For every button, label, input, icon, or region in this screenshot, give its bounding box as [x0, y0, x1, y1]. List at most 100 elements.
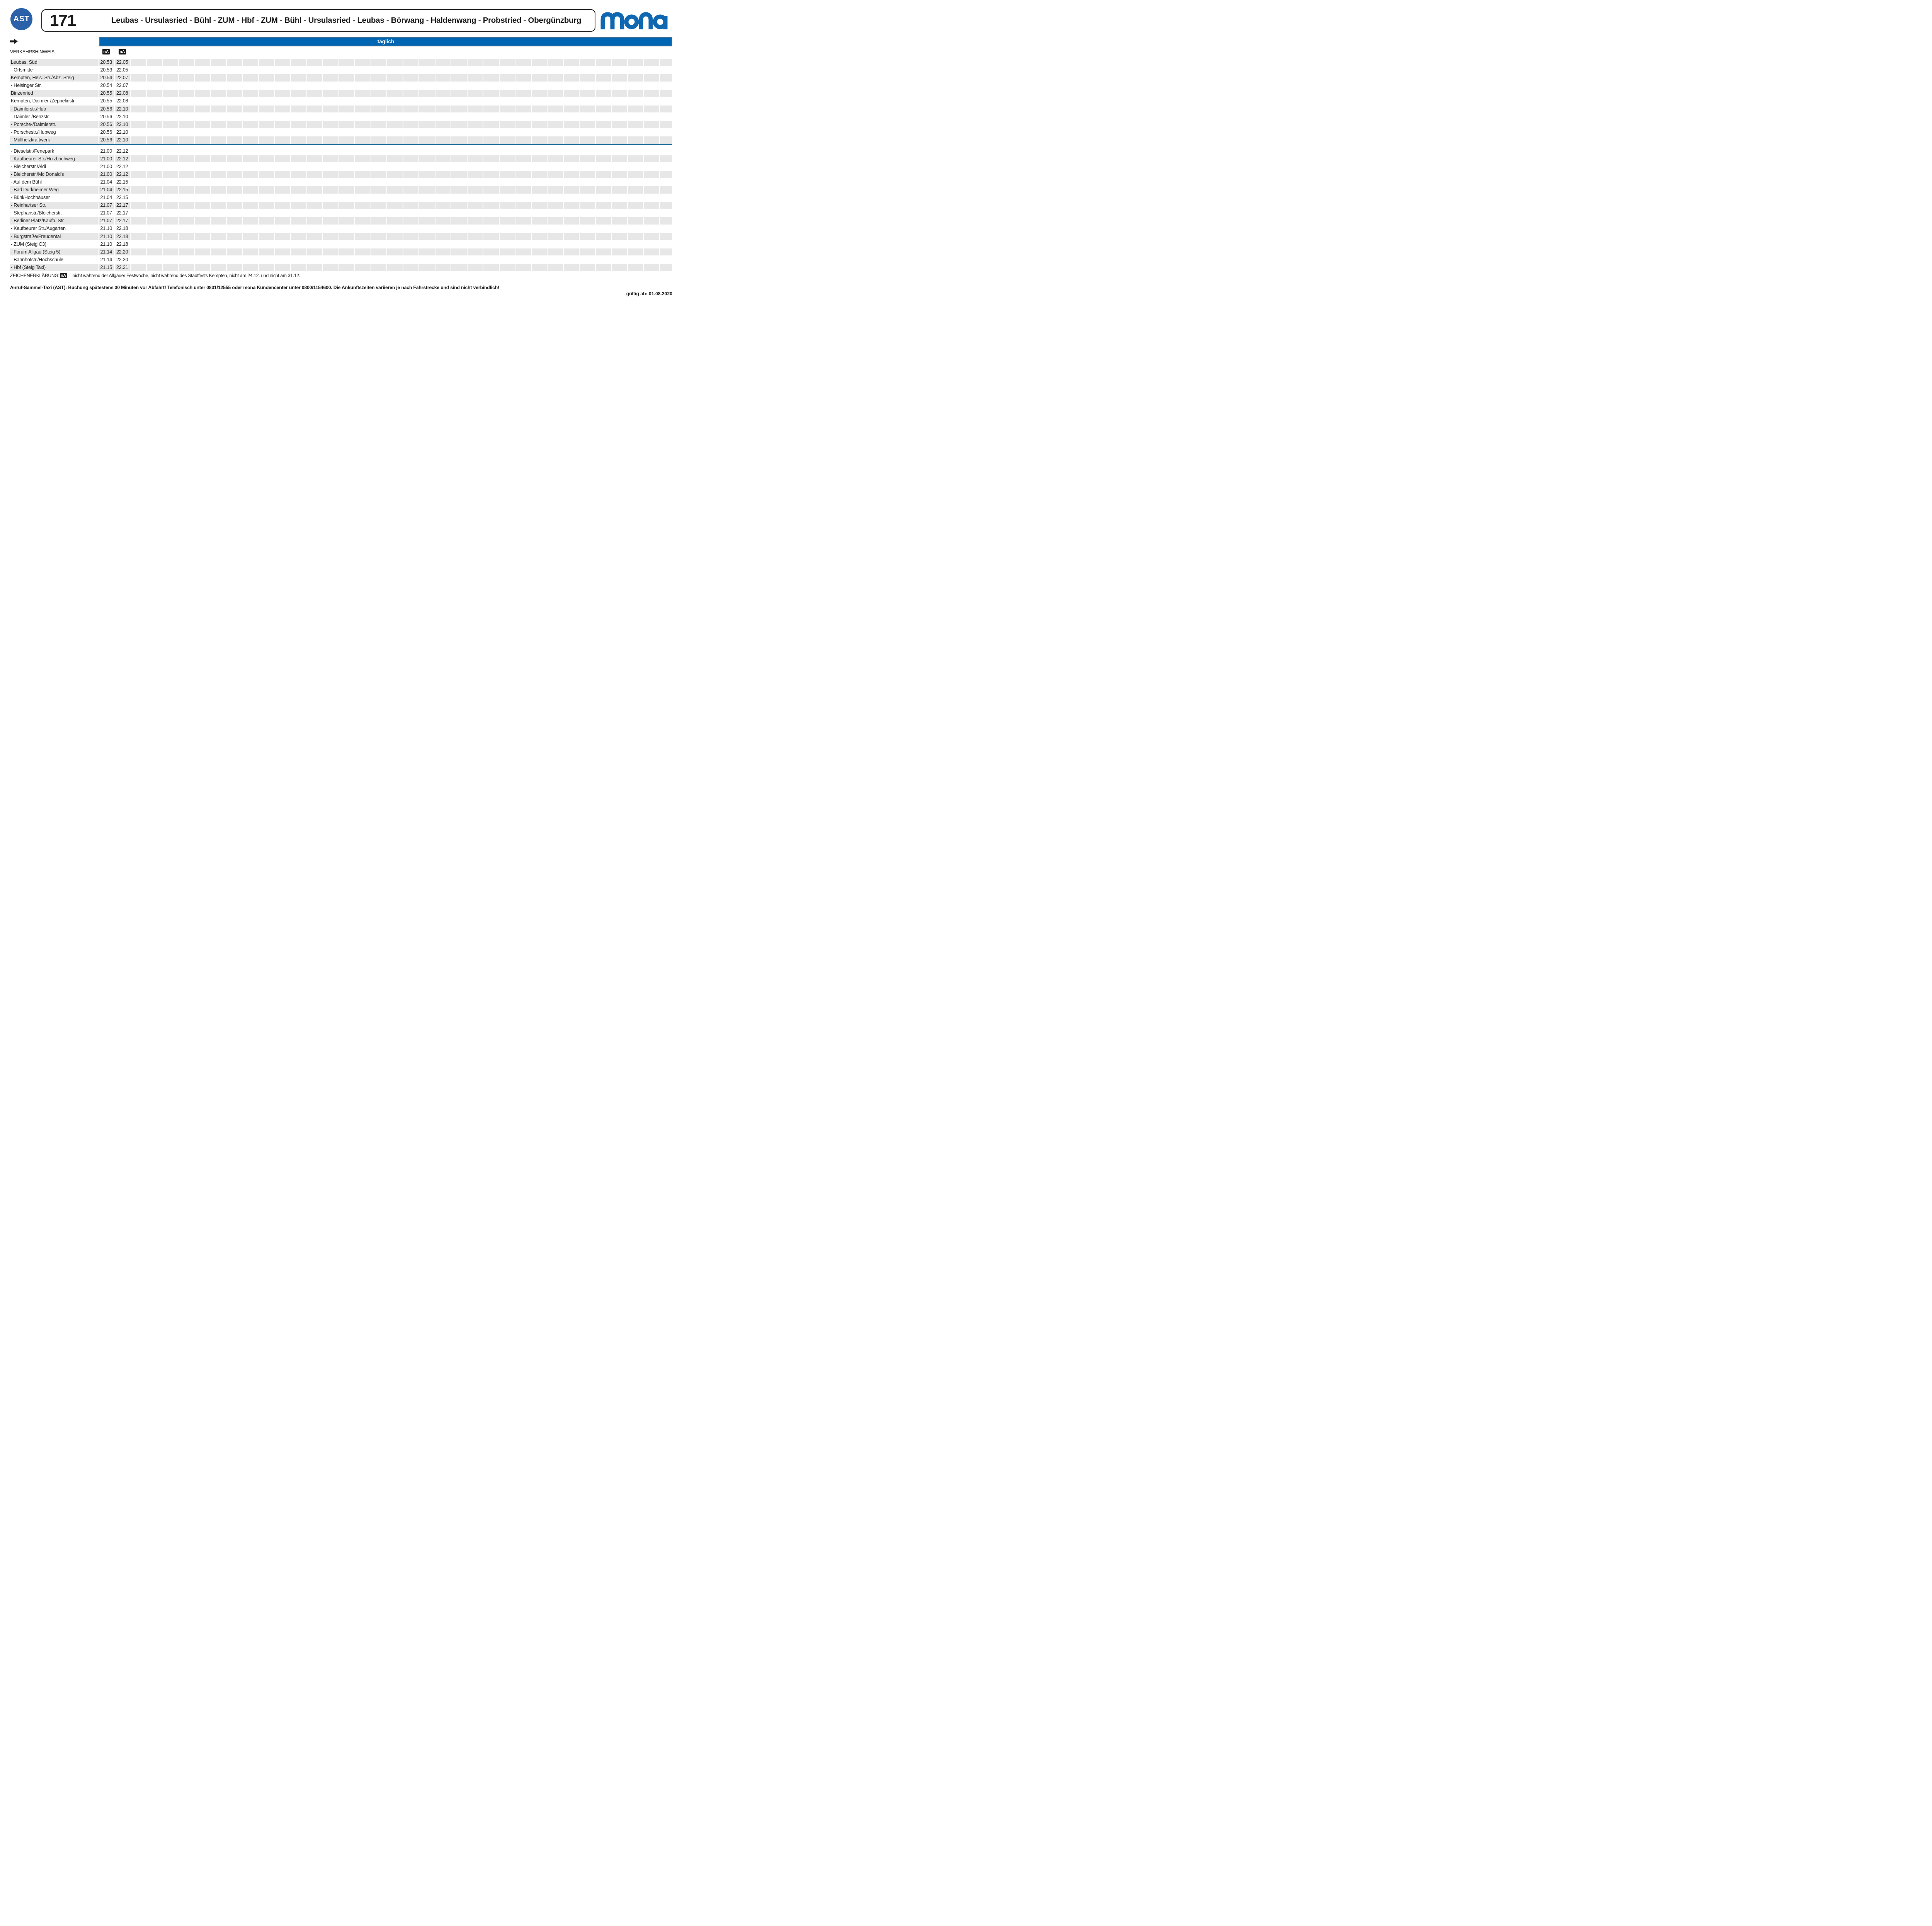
- empty-time-cell: [259, 74, 274, 82]
- empty-time-cell: [500, 113, 515, 121]
- empty-time-cell: [483, 105, 499, 113]
- empty-time-cell: [548, 136, 563, 144]
- empty-time-cell: [403, 105, 419, 113]
- empty-time-cell: [580, 217, 595, 225]
- empty-time-cell: [371, 113, 387, 121]
- time-cell: 22.05: [115, 66, 130, 74]
- empty-time-cell: [548, 66, 563, 74]
- empty-time-cell: [259, 194, 274, 201]
- empty-time-cell: [371, 209, 387, 217]
- empty-time-cell: [500, 59, 515, 66]
- empty-time-cell: [435, 113, 451, 121]
- empty-time-cell: [227, 66, 242, 74]
- empty-time-cell: [163, 148, 178, 155]
- empty-time-cell: [323, 233, 338, 240]
- empty-time-cell: [564, 82, 579, 89]
- empty-time-cell: [243, 186, 259, 194]
- empty-time-cell: [580, 90, 595, 97]
- empty-time-cell: [307, 186, 323, 194]
- empty-time-cell: [355, 155, 371, 163]
- empty-time-cell: [179, 171, 194, 178]
- empty-time-cell: [387, 248, 403, 256]
- empty-time-cell: [291, 66, 306, 74]
- empty-time-cell: [179, 148, 194, 155]
- empty-time-cell: [403, 113, 419, 121]
- empty-time-cell: [596, 264, 611, 271]
- empty-time-cell: [307, 136, 323, 144]
- empty-time-cell: [515, 148, 531, 155]
- empty-time-cell: [403, 66, 419, 74]
- empty-time-cell: [387, 241, 403, 248]
- empty-time-cell: [419, 105, 435, 113]
- empty-time-cell: [596, 256, 611, 264]
- mona-logo-icon: [599, 12, 675, 31]
- empty-time-cell: [211, 264, 226, 271]
- empty-time-cell: [580, 209, 595, 217]
- empty-time-cell: [612, 129, 627, 136]
- empty-time-cell: [612, 186, 627, 194]
- empty-time-cell: [147, 171, 162, 178]
- time-cell: 22.20: [115, 248, 130, 256]
- empty-time-cell: [147, 248, 162, 256]
- empty-time-cell: [564, 209, 579, 217]
- empty-time-cell: [371, 202, 387, 209]
- empty-time-cell: [660, 113, 673, 121]
- empty-time-cell: [339, 241, 355, 248]
- empty-time-cell: [468, 74, 483, 82]
- empty-time-cell: [211, 171, 226, 178]
- empty-time-cell: [355, 121, 371, 128]
- empty-time-cell: [211, 121, 226, 128]
- empty-time-cell: [564, 121, 579, 128]
- empty-time-cell: [596, 179, 611, 186]
- empty-time-cell: [275, 66, 291, 74]
- empty-time-cell: [259, 129, 274, 136]
- empty-time-cell: [275, 171, 291, 178]
- empty-time-cell: [532, 194, 547, 201]
- empty-time-cell: [612, 241, 627, 248]
- empty-time-cell: [211, 105, 226, 113]
- empty-time-cell: [483, 97, 499, 105]
- empty-time-cell: [211, 97, 226, 105]
- empty-time-cell: [564, 163, 579, 170]
- empty-time-cell: [211, 74, 226, 82]
- table-row: - Hbf (Steig Taxi)21.1522.21: [10, 264, 672, 271]
- empty-time-cell: [211, 217, 226, 225]
- stop-name-cell: - Ortsmitte: [10, 66, 98, 74]
- empty-time-cell: [468, 90, 483, 97]
- empty-time-cell: [259, 136, 274, 144]
- empty-time-cell: [227, 163, 242, 170]
- empty-time-cell: [532, 90, 547, 97]
- empty-time-cell: [291, 186, 306, 194]
- legend: ZEICHENERKLÄRUNG: nA = nicht während der…: [10, 273, 300, 278]
- empty-time-cell: [339, 194, 355, 201]
- empty-time-cell: [628, 233, 643, 240]
- empty-time-cell: [339, 129, 355, 136]
- empty-time-cell: [163, 256, 178, 264]
- empty-time-cell: [387, 97, 403, 105]
- empty-time-cell: [323, 241, 338, 248]
- empty-time-cell: [564, 74, 579, 82]
- empty-time-cell: [644, 66, 659, 74]
- stop-name-cell: - Hbf (Steig Taxi): [10, 264, 98, 271]
- empty-time-cell: [515, 66, 531, 74]
- empty-time-cell: [500, 90, 515, 97]
- empty-time-cell: [227, 194, 242, 201]
- empty-time-cell: [468, 171, 483, 178]
- empty-time-cell: [387, 256, 403, 264]
- time-cell: 22.15: [115, 194, 130, 201]
- empty-time-cell: [548, 225, 563, 232]
- empty-time-cell: [515, 105, 531, 113]
- table-row: - Daimler-/Benzstr.20.5622.10: [10, 113, 672, 121]
- time-cell: 21.04: [99, 194, 114, 201]
- empty-time-cell: [483, 233, 499, 240]
- empty-time-cell: [468, 136, 483, 144]
- empty-time-cell: [628, 121, 643, 128]
- empty-time-cell: [243, 256, 259, 264]
- empty-time-cell: [307, 66, 323, 74]
- empty-time-cell: [275, 217, 291, 225]
- empty-time-cell: [419, 155, 435, 163]
- empty-time-cell: [179, 82, 194, 89]
- empty-time-cell: [179, 248, 194, 256]
- empty-time-cell: [500, 82, 515, 89]
- empty-time-cell: [355, 66, 371, 74]
